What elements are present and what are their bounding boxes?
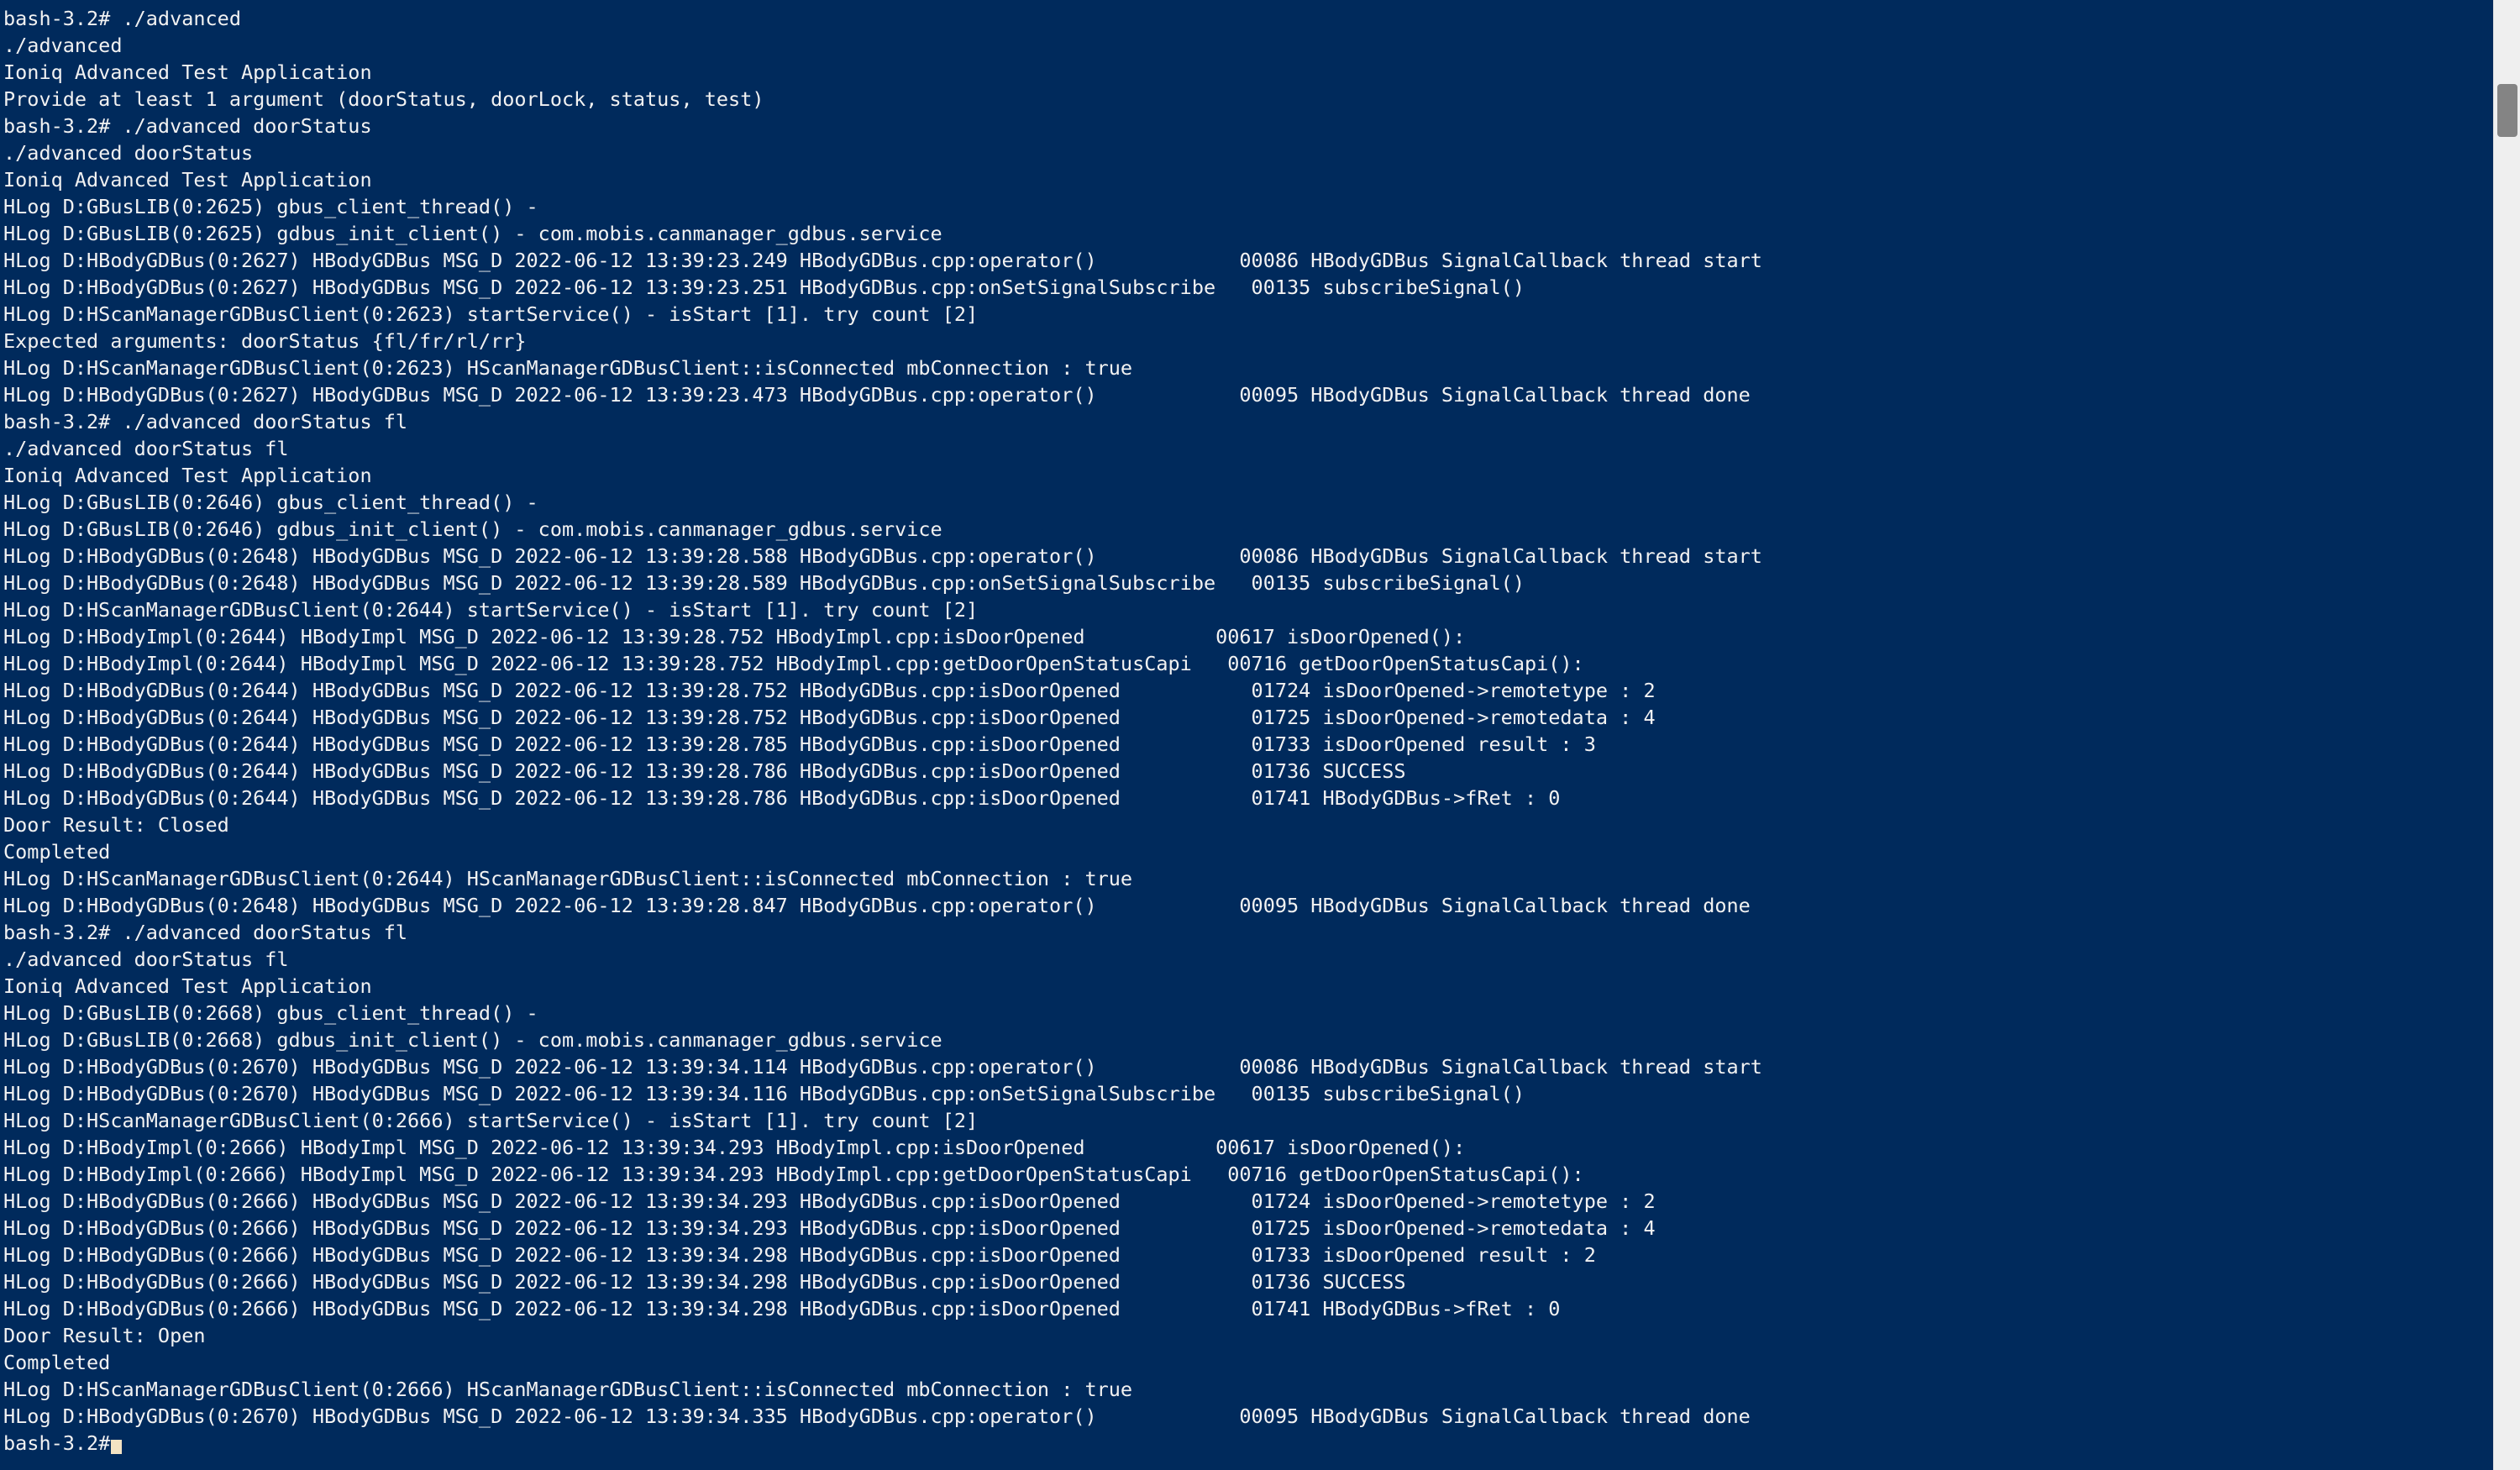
- terminal-line: bash-3.2# ./advanced doorStatus: [3, 114, 372, 138]
- terminal-line: HLog D:HBodyGDBus(0:2627) HBodyGDBus MSG…: [3, 276, 1525, 299]
- terminal-line: ./advanced doorStatus: [3, 141, 254, 165]
- terminal-line: HLog D:HScanManagerGDBusClient(0:2666) H…: [3, 1378, 1133, 1401]
- terminal-line: HLog D:HBodyImpl(0:2644) HBodyImpl MSG_D…: [3, 625, 1466, 648]
- terminal-line: HLog D:GBusLIB(0:2668) gdbus_init_client…: [3, 1028, 942, 1052]
- terminal-line: HLog D:HBodyGDBus(0:2644) HBodyGDBus MSG…: [3, 732, 1596, 756]
- terminal-lines: bash-3.2# ./advanced ./advanced Ioniq Adva…: [3, 5, 2493, 1430]
- terminal-line: ./advanced: [3, 34, 123, 57]
- terminal-line: Ioniq Advanced Test Application: [3, 60, 372, 84]
- terminal-line: HLog D:GBusLIB(0:2668) gbus_client_threa…: [3, 1001, 538, 1025]
- terminal-line: HLog D:HBodyGDBus(0:2666) HBodyGDBus MSG…: [3, 1189, 1656, 1213]
- terminal-line: Door Result: Closed: [3, 813, 229, 837]
- terminal-line: HLog D:HScanManagerGDBusClient(0:2623) H…: [3, 356, 1133, 380]
- terminal-line: HLog D:HBodyGDBus(0:2627) HBodyGDBus MSG…: [3, 249, 1762, 272]
- terminal-line: HLog D:HBodyGDBus(0:2644) HBodyGDBus MSG…: [3, 706, 1656, 729]
- terminal-line: HLog D:GBusLIB(0:2646) gdbus_init_client…: [3, 517, 942, 541]
- terminal-line: ./advanced doorStatus fl: [3, 437, 289, 460]
- terminal-line: HLog D:HBodyGDBus(0:2648) HBodyGDBus MSG…: [3, 894, 1751, 917]
- terminal-line: HLog D:HScanManagerGDBusClient(0:2644) s…: [3, 598, 979, 622]
- text-cursor: [111, 1439, 123, 1454]
- scrollbar-thumb[interactable]: [2497, 84, 2517, 137]
- terminal-line: HLog D:HScanManagerGDBusClient(0:2644) H…: [3, 867, 1133, 890]
- terminal-line: HLog D:HBodyImpl(0:2666) HBodyImpl MSG_D…: [3, 1163, 1584, 1186]
- terminal-line: bash-3.2# ./advanced doorStatus fl: [3, 921, 408, 944]
- terminal-line: ./advanced doorStatus fl: [3, 948, 289, 971]
- terminal-line: Door Result: Open: [3, 1324, 206, 1347]
- terminal-line: HLog D:HBodyGDBus(0:2648) HBodyGDBus MSG…: [3, 571, 1525, 595]
- terminal-line: bash-3.2# ./advanced doorStatus fl: [3, 410, 408, 433]
- terminal-line: HLog D:HBodyGDBus(0:2644) HBodyGDBus MSG…: [3, 679, 1656, 702]
- terminal-line: HLog D:HBodyGDBus(0:2670) HBodyGDBus MSG…: [3, 1404, 1751, 1428]
- terminal-output-area[interactable]: bash-3.2# ./advanced ./advanced Ioniq Adva…: [0, 0, 2493, 1470]
- terminal-line: HLog D:GBusLIB(0:2625) gdbus_init_client…: [3, 222, 942, 245]
- vertical-scrollbar[interactable]: [2493, 0, 2520, 1470]
- terminal-line: HLog D:HBodyGDBus(0:2648) HBodyGDBus MSG…: [3, 544, 1762, 568]
- terminal-line: HLog D:GBusLIB(0:2625) gbus_client_threa…: [3, 195, 538, 218]
- terminal-line: Provide at least 1 argument (doorStatus,…: [3, 87, 764, 111]
- terminal-prompt-line: bash-3.2#: [3, 1430, 2493, 1457]
- terminal-line: Expected arguments: doorStatus {fl/fr/rl…: [3, 329, 527, 353]
- terminal-line: HLog D:HBodyGDBus(0:2670) HBodyGDBus MSG…: [3, 1055, 1762, 1079]
- terminal-line: HLog D:HBodyGDBus(0:2670) HBodyGDBus MSG…: [3, 1082, 1525, 1105]
- terminal-line: Ioniq Advanced Test Application: [3, 168, 372, 192]
- terminal-line: HLog D:HScanManagerGDBusClient(0:2666) s…: [3, 1109, 979, 1132]
- terminal-line: HLog D:GBusLIB(0:2646) gbus_client_threa…: [3, 491, 538, 514]
- prompt-text: bash-3.2#: [3, 1431, 111, 1455]
- terminal-line: HLog D:HBodyGDBus(0:2666) HBodyGDBus MSG…: [3, 1297, 1561, 1320]
- terminal-line: Ioniq Advanced Test Application: [3, 464, 372, 487]
- terminal-line: Completed: [3, 840, 111, 864]
- terminal-line: HLog D:HBodyGDBus(0:2644) HBodyGDBus MSG…: [3, 759, 1406, 783]
- terminal-line: Completed: [3, 1351, 111, 1374]
- terminal-line: HLog D:HBodyGDBus(0:2666) HBodyGDBus MSG…: [3, 1216, 1656, 1240]
- terminal-line: bash-3.2# ./advanced: [3, 7, 241, 30]
- terminal-window: bash-3.2# ./advanced ./advanced Ioniq Adva…: [0, 0, 2520, 1470]
- terminal-line: HLog D:HScanManagerGDBusClient(0:2623) s…: [3, 302, 979, 326]
- terminal-line: HLog D:HBodyGDBus(0:2666) HBodyGDBus MSG…: [3, 1270, 1406, 1294]
- terminal-line: HLog D:HBodyGDBus(0:2627) HBodyGDBus MSG…: [3, 383, 1751, 407]
- terminal-line: HLog D:HBodyGDBus(0:2644) HBodyGDBus MSG…: [3, 786, 1561, 810]
- terminal-line: Ioniq Advanced Test Application: [3, 974, 372, 998]
- terminal-line: HLog D:HBodyImpl(0:2666) HBodyImpl MSG_D…: [3, 1136, 1466, 1159]
- terminal-line: HLog D:HBodyImpl(0:2644) HBodyImpl MSG_D…: [3, 652, 1584, 675]
- terminal-line: HLog D:HBodyGDBus(0:2666) HBodyGDBus MSG…: [3, 1243, 1596, 1267]
